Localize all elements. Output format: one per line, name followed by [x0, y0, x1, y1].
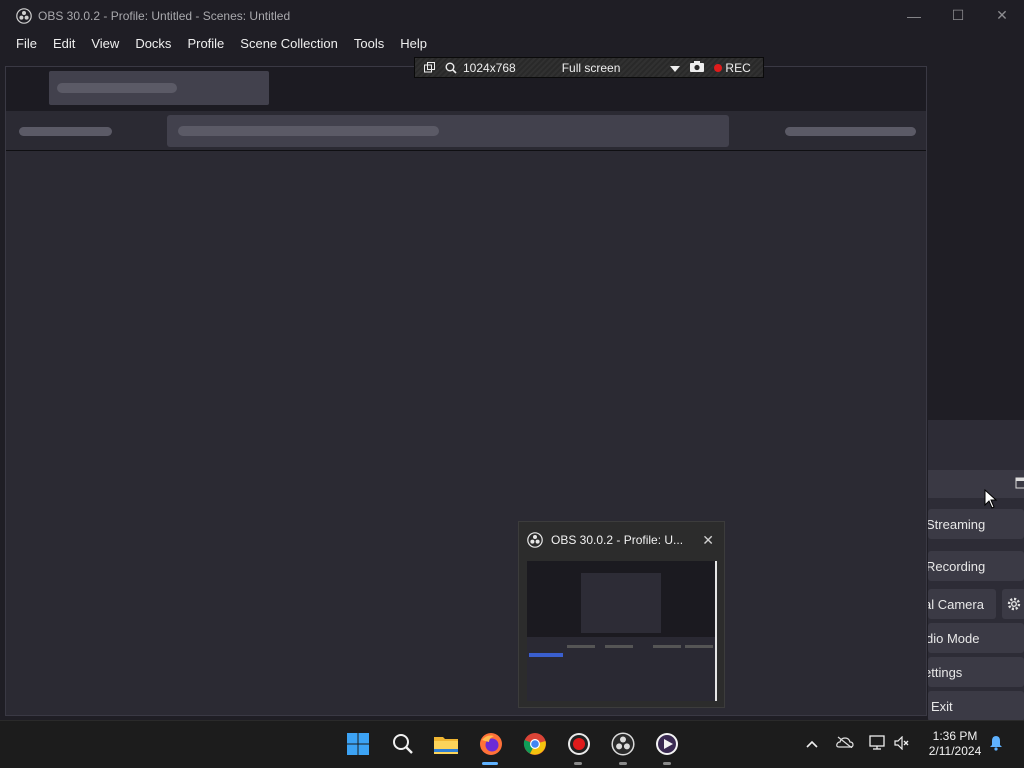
url-placeholder — [178, 126, 439, 136]
menu-file[interactable]: File — [8, 31, 45, 56]
toolbar-icons-placeholder — [785, 127, 916, 136]
settings-label: ettings — [928, 664, 963, 680]
window-select-icon[interactable] — [421, 60, 437, 76]
start-streaming-button[interactable]: Streaming — [928, 509, 1024, 539]
resolution-label: 1024x768 — [463, 60, 516, 75]
media-player-icon[interactable] — [654, 731, 680, 757]
menu-help[interactable]: Help — [392, 31, 435, 56]
preview-controls-header — [685, 645, 713, 648]
dock-float-icon[interactable] — [1015, 477, 1024, 489]
start-recording-label: Recording — [928, 558, 986, 574]
thumbnail-header: OBS 30.0.2 - Profile: U... ✕ — [519, 522, 724, 558]
menu-docks[interactable]: Docks — [127, 31, 179, 56]
windows-start-icon[interactable] — [345, 731, 371, 757]
firefox-active-indicator — [482, 762, 498, 765]
media-player-running-indicator — [663, 762, 671, 765]
rec-button[interactable]: REC — [725, 61, 750, 75]
controls-dock: Streaming Recording al Camera dio Mode e… — [928, 420, 1024, 721]
exit-button[interactable]: Exit — [928, 691, 1024, 721]
menu-bar: File Edit View Docks Profile Scene Colle… — [0, 31, 1024, 56]
search-icon[interactable] — [390, 731, 416, 757]
thumbnail-close-button[interactable]: ✕ — [702, 532, 714, 549]
screen-recorder-toolbar: 1024x768 Full screen REC — [414, 57, 764, 78]
onedrive-icon[interactable] — [836, 736, 854, 751]
menu-edit[interactable]: Edit — [45, 31, 83, 56]
taskbar-thumbnail-popup[interactable]: OBS 30.0.2 - Profile: U... ✕ — [518, 521, 725, 708]
obs-logo-icon — [527, 532, 543, 548]
studio-mode-button[interactable]: dio Mode — [928, 623, 1024, 653]
network-icon[interactable] — [868, 735, 886, 754]
firefox-icon[interactable] — [478, 731, 504, 757]
screen-recorder-icon[interactable] — [566, 731, 592, 757]
capture-mode-select[interactable]: Full screen — [562, 61, 621, 75]
camera-icon[interactable] — [690, 60, 705, 75]
clock-date: 2/11/2024 — [928, 744, 982, 758]
browser-tab[interactable] — [49, 71, 269, 105]
virtual-camera-label: al Camera — [928, 596, 984, 612]
close-button[interactable]: ✕ — [980, 0, 1024, 31]
preview-mixer-header — [605, 645, 633, 648]
window-title: OBS 30.0.2 - Profile: Untitled - Scenes:… — [38, 8, 291, 23]
taskbar-clock[interactable]: 1:36 PM 2/11/2024 — [918, 729, 992, 759]
thumbnail-title: OBS 30.0.2 - Profile: U... — [551, 533, 684, 547]
obs-taskbar-icon[interactable] — [610, 731, 636, 757]
url-bar[interactable] — [167, 115, 729, 147]
chevron-down-icon[interactable] — [670, 61, 681, 75]
preview-inner-window — [581, 573, 661, 633]
thumbnail-preview-image[interactable] — [527, 561, 717, 701]
browser-nav-bar — [6, 111, 926, 151]
taskbar: 1:36 PM 2/11/2024 — [0, 720, 1024, 768]
obs-running-indicator — [619, 762, 627, 765]
menu-view[interactable]: View — [83, 31, 127, 56]
gear-icon — [1007, 597, 1021, 611]
menu-tools[interactable]: Tools — [346, 31, 392, 56]
start-recording-button[interactable]: Recording — [928, 551, 1024, 581]
maximize-button[interactable]: ☐ — [936, 0, 980, 31]
menu-scene-collection[interactable]: Scene Collection — [232, 31, 346, 56]
preview-selected-scene — [529, 653, 563, 657]
menu-profile[interactable]: Profile — [179, 31, 232, 56]
volume-muted-icon[interactable] — [894, 735, 910, 753]
chrome-icon[interactable] — [522, 731, 548, 757]
start-virtual-camera-button[interactable]: al Camera — [928, 589, 996, 619]
preview-transitions-header — [653, 645, 681, 648]
file-explorer-icon[interactable] — [433, 731, 459, 757]
mouse-cursor-icon — [984, 489, 998, 509]
notification-bell-icon[interactable] — [989, 735, 1003, 754]
title-bar: OBS 30.0.2 - Profile: Untitled - Scenes:… — [0, 0, 1024, 31]
settings-button[interactable]: ettings — [928, 657, 1024, 687]
browser-window — [5, 66, 927, 716]
record-dot-icon — [714, 63, 723, 72]
show-hidden-icons-chevron-up-icon[interactable] — [806, 736, 818, 751]
obs-logo-icon — [16, 7, 32, 24]
clock-time: 1:36 PM — [932, 729, 978, 743]
nav-buttons-placeholder — [19, 127, 112, 136]
recorder-running-indicator — [574, 762, 582, 765]
zoom-icon[interactable] — [443, 60, 459, 76]
controls-dock-header — [928, 470, 1024, 498]
studio-mode-label: dio Mode — [928, 630, 980, 646]
tab-title-placeholder — [57, 83, 177, 93]
start-streaming-label: Streaming — [928, 516, 986, 532]
virtual-camera-settings-button[interactable] — [1002, 589, 1024, 619]
preview-sources-header — [567, 645, 595, 648]
exit-label: Exit — [931, 698, 953, 714]
minimize-button[interactable]: — — [892, 0, 936, 31]
